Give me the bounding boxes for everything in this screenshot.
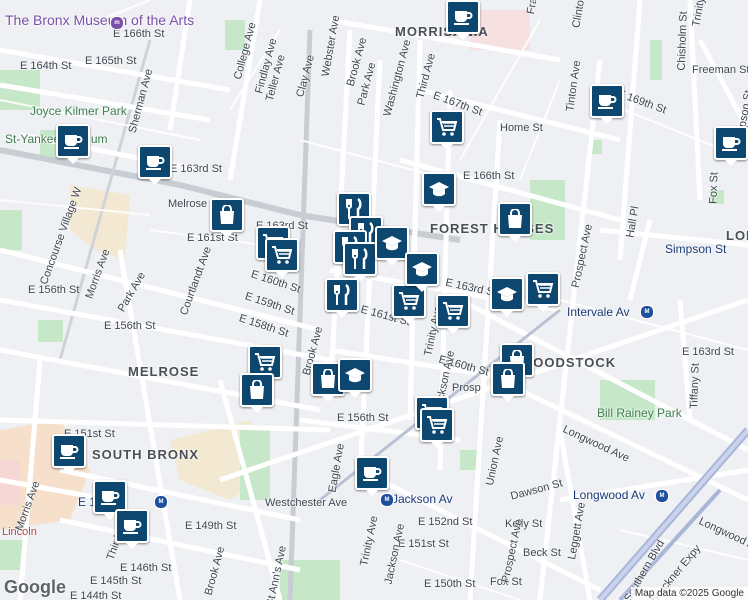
map-attribution: Map data ©2025 Google: [630, 587, 748, 600]
station-intervale-av[interactable]: Intervale Av: [567, 305, 629, 319]
station-jackson-av[interactable]: Jackson Av: [392, 492, 452, 506]
school-icon: [428, 180, 450, 198]
subway-station-icon[interactable]: M: [154, 495, 168, 509]
grocery-icon: [254, 352, 276, 372]
school-pin[interactable]: [405, 252, 439, 292]
street-label: E 156th St: [28, 284, 80, 296]
neighborhood-south-bronx: SOUTH BRONX: [92, 447, 200, 462]
google-logo: Google: [4, 577, 66, 597]
coffee-pin[interactable]: [56, 124, 90, 164]
street-label: Westchester Ave: [265, 497, 348, 509]
poi-bill-rainey-park[interactable]: Bill Rainey Park: [597, 406, 682, 420]
street-label: Tiffany St: [688, 362, 702, 410]
school-pin[interactable]: [338, 358, 372, 398]
coffee-icon: [100, 488, 120, 506]
coffee-icon: [721, 134, 741, 152]
shopping-pin[interactable]: [498, 202, 532, 242]
school-icon: [496, 285, 518, 303]
coffee-pin[interactable]: [355, 456, 389, 496]
coffee-icon: [145, 153, 165, 171]
restaurant-icon: [350, 248, 370, 270]
grocery-pin[interactable]: [430, 110, 464, 150]
shopping-icon: [499, 369, 517, 389]
school-pin[interactable]: [490, 277, 524, 317]
street-label: E 164th St: [20, 60, 72, 72]
street-label: E 165th St: [85, 55, 137, 67]
shopping-icon: [248, 380, 266, 400]
grocery-icon: [532, 279, 554, 299]
grocery-pin[interactable]: [265, 238, 299, 278]
station-longwood-av[interactable]: Longwood Av: [573, 488, 645, 502]
school-icon: [381, 234, 403, 252]
restaurant-pin[interactable]: [325, 278, 359, 318]
street-label: E 144th St: [70, 590, 122, 600]
street-label: E 149th St: [185, 520, 237, 532]
grocery-icon: [442, 301, 464, 321]
street-label: E 156th St: [337, 412, 389, 424]
street-label: E 163rd St: [170, 163, 222, 175]
grocery-pin[interactable]: [436, 294, 470, 334]
shopping-icon: [506, 209, 524, 229]
subway-station-icon[interactable]: M: [640, 305, 654, 319]
street-label: Fox St: [707, 171, 721, 205]
street-label: E 163rd St: [682, 346, 734, 358]
coffee-pin[interactable]: [52, 434, 86, 474]
coffee-pin[interactable]: [138, 145, 172, 185]
coffee-icon: [362, 464, 382, 482]
station-simpson-st[interactable]: Simpson St: [665, 242, 726, 256]
neighborhood-longwood: LONGWOOD: [726, 228, 748, 243]
neighborhood-forest-houses: FOREST HOUSES: [430, 221, 555, 236]
coffee-icon: [63, 132, 83, 150]
grocery-icon: [398, 291, 420, 311]
street-label: E 152nd St: [418, 516, 473, 528]
school-pin[interactable]: [375, 226, 409, 266]
subway-station-icon[interactable]: M: [380, 493, 394, 507]
shopping-icon: [218, 205, 236, 225]
street-label: E 150th St: [424, 578, 476, 590]
map-canvas[interactable]: MORRISANIA FOREST HOUSES MELROSE SOUTH B…: [0, 0, 748, 600]
grocery-icon: [271, 245, 293, 265]
street-label: E 156th St: [104, 320, 156, 332]
school-pin[interactable]: [422, 172, 456, 212]
school-icon: [411, 260, 433, 278]
shopping-pin[interactable]: [240, 373, 274, 413]
shopping-icon: [319, 369, 337, 389]
shopping-pin[interactable]: [210, 198, 244, 238]
street-label: E 145th St: [90, 575, 142, 587]
coffee-icon: [597, 92, 617, 110]
coffee-icon: [59, 442, 79, 460]
coffee-icon: [453, 8, 473, 26]
grocery-pin[interactable]: [526, 272, 560, 312]
museum-icon[interactable]: m: [110, 16, 124, 30]
coffee-icon: [122, 517, 142, 535]
restaurant-icon: [332, 284, 352, 306]
grocery-icon: [426, 415, 448, 435]
street-label: Prosp: [452, 382, 481, 394]
school-icon: [344, 366, 366, 384]
street-label: E 151st St: [398, 538, 449, 550]
street-label: E 166th St: [463, 170, 515, 182]
coffee-pin[interactable]: [115, 509, 149, 549]
grocery-icon: [436, 117, 458, 137]
street-label: E 146th St: [120, 562, 172, 574]
subway-station-icon[interactable]: M: [655, 489, 669, 503]
restaurant-pin[interactable]: [343, 242, 377, 282]
coffee-pin[interactable]: [590, 84, 624, 124]
neighborhood-woodstock: WOODSTOCK: [520, 355, 617, 370]
grocery-pin[interactable]: [420, 408, 454, 448]
neighborhood-melrose: MELROSE: [128, 364, 200, 379]
poi-joyce-kilmer-park[interactable]: Joyce Kilmer Park: [30, 104, 127, 118]
shopping-pin[interactable]: [491, 362, 525, 402]
coffee-pin[interactable]: [714, 126, 748, 166]
street-label: Beck St: [523, 547, 561, 559]
street-label: E 166th St: [113, 28, 165, 40]
street-label: Chisholm St: [675, 11, 690, 71]
poi-bronx-museum[interactable]: The Bronx Museum of the Arts: [5, 12, 194, 28]
street-label: Freeman St: [692, 64, 748, 76]
coffee-pin[interactable]: [446, 0, 480, 40]
street-label: Home St: [500, 122, 543, 134]
